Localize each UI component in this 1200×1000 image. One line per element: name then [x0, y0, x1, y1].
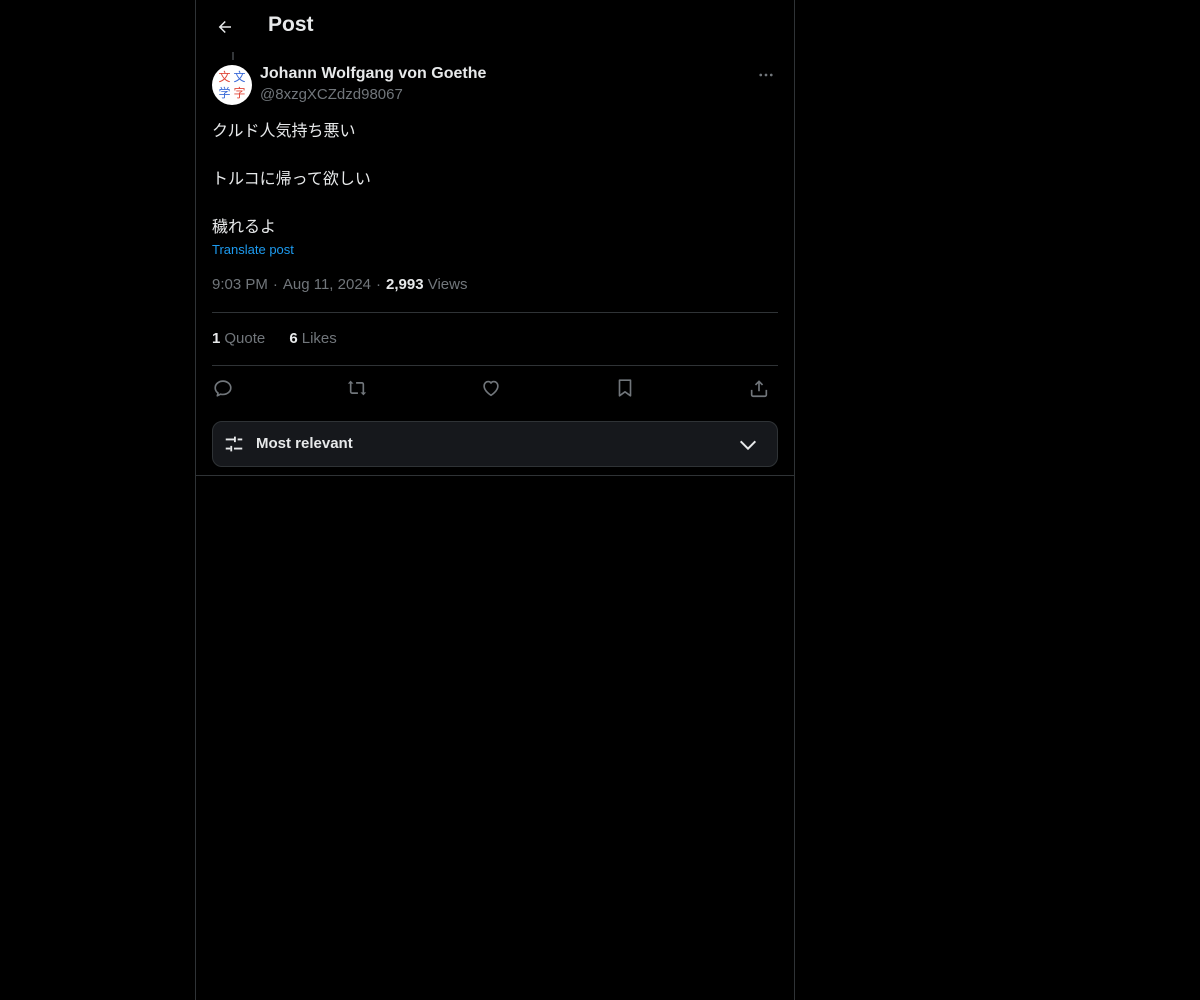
post-line: 穢れるよ: [212, 217, 277, 236]
post-time[interactable]: 9:03 PM: [212, 276, 268, 293]
bookmark-button[interactable]: [614, 377, 638, 401]
thread-connector: [232, 52, 234, 60]
back-button[interactable]: [208, 10, 242, 44]
views-count: 2,993: [386, 276, 424, 293]
more-options-button[interactable]: [754, 64, 778, 86]
post-line: トルコに帰って欲しい: [212, 169, 371, 188]
share-icon: [750, 380, 768, 398]
reply-icon: [214, 380, 232, 397]
quotes-label: Quote: [224, 330, 266, 347]
divider: [212, 365, 778, 366]
likes-stat[interactable]: 6 Likes: [289, 330, 336, 347]
repost-icon: [347, 380, 367, 396]
separator-dot: ·: [376, 276, 382, 293]
header: Post: [196, 0, 794, 54]
separator-dot: ·: [272, 276, 278, 293]
post-line: クルド人気持ち悪い: [212, 121, 356, 140]
like-button[interactable]: [480, 377, 504, 401]
arrow-left-icon: [218, 21, 231, 33]
bookmark-icon: [618, 379, 632, 397]
chevron-down-icon: [739, 440, 757, 451]
post-column: Post 文 文 学 字 Johann Wolfgang von Goethe …: [195, 0, 795, 1000]
views-label: Views: [427, 276, 468, 293]
post-date[interactable]: Aug 11, 2024: [283, 276, 371, 293]
sort-label: Most relevant: [256, 435, 353, 452]
avatar-glyph: 文: [218, 70, 231, 84]
sliders-icon: [225, 436, 243, 452]
page-title: Post: [268, 13, 314, 36]
author-handle[interactable]: @8xzgXCZdzd98067: [260, 86, 403, 103]
repost-button[interactable]: [346, 377, 370, 401]
likes-count: 6: [289, 330, 298, 347]
divider: [212, 312, 778, 313]
section-divider: [196, 475, 794, 476]
like-icon: [483, 380, 499, 397]
quotes-stat[interactable]: 1 Quote: [212, 330, 265, 347]
reply-button[interactable]: [212, 377, 236, 401]
translate-post-link[interactable]: Translate post: [212, 242, 294, 257]
post-meta: 9:03 PM · Aug 11, 2024 · 2,993 Views: [212, 276, 467, 293]
quotes-count: 1: [212, 330, 221, 347]
author-row: 文 文 学 字 Johann Wolfgang von Goethe @8xzg…: [212, 64, 778, 106]
more-icon: [759, 73, 773, 77]
action-bar: [212, 377, 778, 401]
avatar[interactable]: 文 文 学 字: [212, 65, 252, 105]
likes-label: Likes: [301, 330, 337, 347]
avatar-glyph: 字: [233, 86, 246, 100]
avatar-glyph: 文: [233, 70, 246, 84]
reply-sort-dropdown[interactable]: Most relevant: [212, 421, 778, 467]
engagement-stats: 1 Quote 6 Likes: [212, 330, 357, 347]
share-button[interactable]: [748, 377, 772, 401]
post-text: クルド人気持ち悪い トルコに帰って欲しい 穢れるよ: [212, 119, 778, 239]
avatar-glyph: 学: [218, 86, 231, 100]
author-name[interactable]: Johann Wolfgang von Goethe: [260, 65, 486, 83]
